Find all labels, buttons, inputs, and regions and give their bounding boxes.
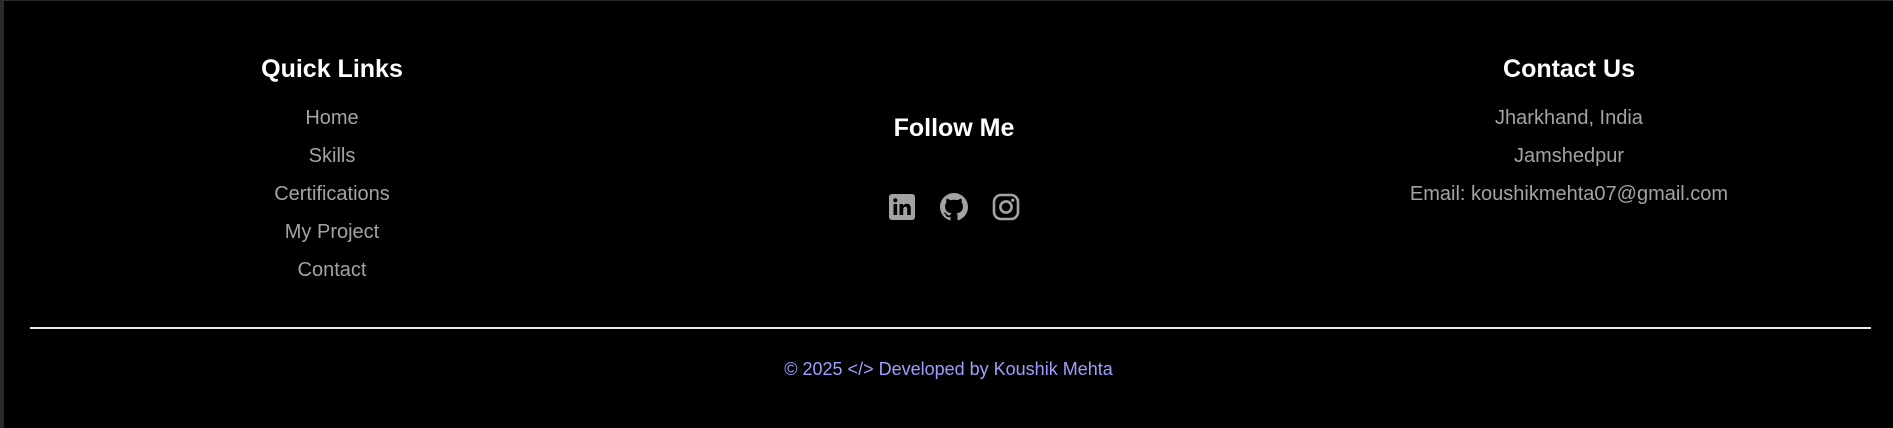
quick-link-contact-item: Contact xyxy=(132,256,532,294)
copyright-text: © 2025 </> Developed by Koushik Mehta xyxy=(784,359,1113,379)
github-icon xyxy=(940,193,968,221)
instagram-link[interactable] xyxy=(992,193,1020,221)
quick-link-skills-item: Skills xyxy=(132,142,532,180)
site-footer: Quick Links Home Skills Certifications M… xyxy=(4,1,1893,428)
social-icons xyxy=(754,193,1154,221)
quick-link-my-project[interactable]: My Project xyxy=(285,221,379,243)
contact-city: Jamshedpur xyxy=(1513,145,1625,167)
quick-link-certifications[interactable]: Certifications xyxy=(274,183,390,205)
quick-link-home[interactable]: Home xyxy=(305,107,358,129)
quick-links-heading: Quick Links xyxy=(261,55,403,83)
contact-heading: Contact Us xyxy=(1503,55,1635,83)
quick-link-contact[interactable]: Contact xyxy=(298,259,367,281)
contact-list: Jharkhand, India Jamshedpur Email: koush… xyxy=(1269,104,1869,218)
quick-link-skills[interactable]: Skills xyxy=(309,145,356,167)
linkedin-link[interactable] xyxy=(888,193,916,221)
footer-divider xyxy=(30,327,1871,329)
quick-link-certifications-item: Certifications xyxy=(132,180,532,218)
contact-location: Jharkhand, India xyxy=(1495,107,1643,129)
quick-link-my-project-item: My Project xyxy=(132,218,532,256)
quick-links-list: Home Skills Certifications My Project Co… xyxy=(132,104,532,294)
quick-link-home-item: Home xyxy=(132,104,532,142)
instagram-icon xyxy=(992,193,1020,221)
linkedin-icon xyxy=(889,194,915,220)
contact-email: Email: koushikmehta07@gmail.com xyxy=(1409,183,1729,205)
github-link[interactable] xyxy=(940,193,968,221)
follow-heading: Follow Me xyxy=(893,114,1015,142)
